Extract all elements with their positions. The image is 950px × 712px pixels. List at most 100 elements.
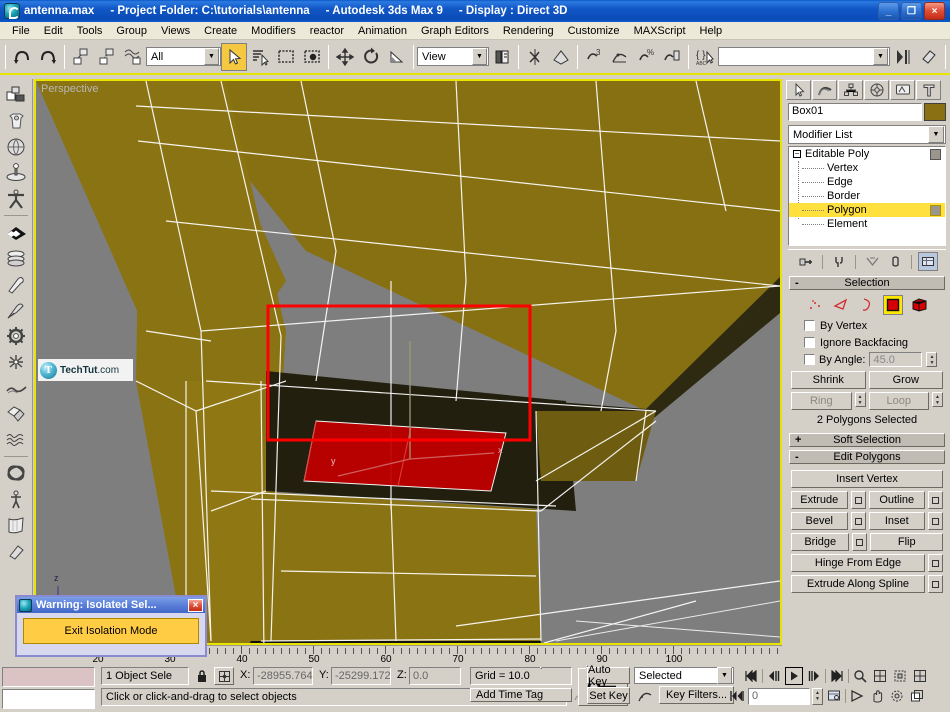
by-angle-spinner[interactable]: ▲▼ [926,352,937,367]
restore-button[interactable]: ❐ [901,2,922,20]
menu-item-group[interactable]: Group [109,24,154,38]
show-end-result-icon[interactable] [829,252,849,271]
selection-filter-combo[interactable]: All ▼ [146,47,221,66]
display-tab-icon[interactable] [890,80,915,100]
mirror-icon[interactable] [522,43,548,71]
chevron-down-icon[interactable]: ▼ [928,126,944,143]
chevron-down-icon[interactable]: ▼ [717,667,732,684]
remove-modifier-icon[interactable] [885,252,905,271]
extrude-settings-button[interactable] [851,491,866,509]
menu-item-help[interactable]: Help [693,24,730,38]
schematic-view-icon[interactable]: % [633,43,659,71]
inset-settings-button[interactable] [928,512,943,530]
menu-item-views[interactable]: Views [154,24,197,38]
named-selection-sets-combo[interactable]: ▼ [718,47,890,66]
compound-objects-icon[interactable] [2,401,31,427]
bind-space-warp-icon[interactable] [120,43,146,71]
shrink-button[interactable]: Shrink [791,371,866,389]
extrude-along-spline-settings-button[interactable] [928,575,943,593]
box-objects-icon[interactable] [2,82,31,108]
hierarchy-tab-icon[interactable] [838,80,863,100]
bevel-settings-button[interactable] [851,512,866,530]
unlink-icon[interactable] [94,43,120,71]
chevron-down-icon[interactable]: ▼ [873,48,888,65]
stack-item-border[interactable]: Border [789,189,945,203]
exit-isolation-mode-button[interactable]: Exit Isolation Mode [23,618,199,644]
rollout-collapse-toggle[interactable]: - [795,277,799,289]
quick-render-icon[interactable] [916,43,942,71]
go-to-start-icon[interactable] [742,667,760,685]
hinge-from-edge-settings-button[interactable] [928,554,943,572]
by-angle-checkbox[interactable] [804,354,815,365]
curve-editor-icon[interactable] [607,43,633,71]
stack-item-element[interactable]: Element [789,217,945,231]
maxscript-listener-output[interactable] [2,689,95,709]
hinge-from-edge-button[interactable]: Hinge From Edge [791,554,925,572]
utilities-tab-icon[interactable] [916,80,941,100]
previous-frame-icon[interactable] [765,667,783,685]
use-pivot-center-icon[interactable] [489,43,515,71]
modify-tab-icon[interactable] [812,80,837,100]
configure-modifier-sets-icon[interactable] [918,252,938,271]
render-scene-icon[interactable] [890,43,916,71]
menu-item-file[interactable]: File [5,24,37,38]
undo-icon[interactable] [9,43,35,71]
ignore-backfacing-checkbox[interactable] [804,337,815,348]
go-to-end-icon[interactable] [828,667,846,685]
named-selection-sets-icon[interactable]: { }ABC [692,43,718,71]
perspective-viewport[interactable]: x y z Perspective T TechTut.com [34,79,782,645]
menu-item-tools[interactable]: Tools [70,24,110,38]
set-key-filters-icon[interactable] [634,686,656,705]
by-angle-row[interactable]: By Angle: 45.0 ▲▼ [791,351,943,368]
loop-spinner[interactable]: ▲▼ [932,392,943,407]
select-object-icon[interactable] [221,43,247,71]
make-unique-icon[interactable] [862,252,882,271]
wedge-icon[interactable] [2,297,31,323]
rectangular-select-region-icon[interactable] [273,43,299,71]
stack-item-edge[interactable]: Edge [789,175,945,189]
polygon-icon[interactable] [883,295,903,315]
extrude-button[interactable]: Extrude [791,491,848,509]
edit-polygons-rollout-header[interactable]: - Edit Polygons [789,450,945,464]
window-crossing-icon[interactable] [299,43,325,71]
edge-icon[interactable] [831,295,851,315]
mini-listener[interactable] [2,667,95,710]
cloth-icon[interactable] [2,512,31,538]
select-and-move-icon[interactable] [332,43,358,71]
waves-icon[interactable] [2,427,31,453]
key-filters-button[interactable]: Key Filters... [659,686,734,704]
play-animation-icon[interactable] [785,667,803,685]
sphere-icon[interactable] [2,134,31,160]
current-frame-field[interactable]: 0 [748,688,810,705]
pan-icon[interactable] [868,687,886,705]
field-of-view-icon[interactable] [848,687,866,705]
absolute-relative-icon[interactable] [214,667,234,685]
ring-button[interactable]: Ring [791,392,852,410]
stack-item-vertex[interactable]: Vertex [789,161,945,175]
set-key-button[interactable]: Set Key [587,687,630,704]
bridge-button[interactable]: Bridge [791,533,849,551]
chevron-down-icon[interactable]: ▼ [472,48,487,65]
checker-material-icon[interactable] [2,219,31,245]
menu-item-modifiers[interactable]: Modifiers [244,24,303,38]
zoom-region-icon[interactable] [911,667,929,685]
loft-icon[interactable] [2,245,31,271]
menu-item-animation[interactable]: Animation [351,24,414,38]
menu-item-edit[interactable]: Edit [37,24,70,38]
current-frame-spinner[interactable]: ▲▼ [812,688,823,705]
by-vertex-checkbox[interactable] [804,320,815,331]
element-icon[interactable] [909,295,929,315]
motion-tab-icon[interactable] [864,80,889,100]
ring-spinner[interactable]: ▲▼ [855,392,866,407]
grow-button[interactable]: Grow [869,371,944,389]
outline-button[interactable]: Outline [869,491,926,509]
warning-close-button[interactable]: × [188,599,203,612]
chevron-down-icon[interactable]: ▼ [204,48,219,65]
redo-icon[interactable] [35,43,61,71]
maximize-viewport-icon[interactable] [908,687,926,705]
key-mode-toggle-icon[interactable] [728,687,746,705]
modifier-stack[interactable]: − Editable Poly Vertex Edge Border Polyg… [788,146,946,246]
capsule-icon[interactable] [2,271,31,297]
stack-toggle[interactable] [930,149,941,160]
gear-icon[interactable] [2,323,31,349]
